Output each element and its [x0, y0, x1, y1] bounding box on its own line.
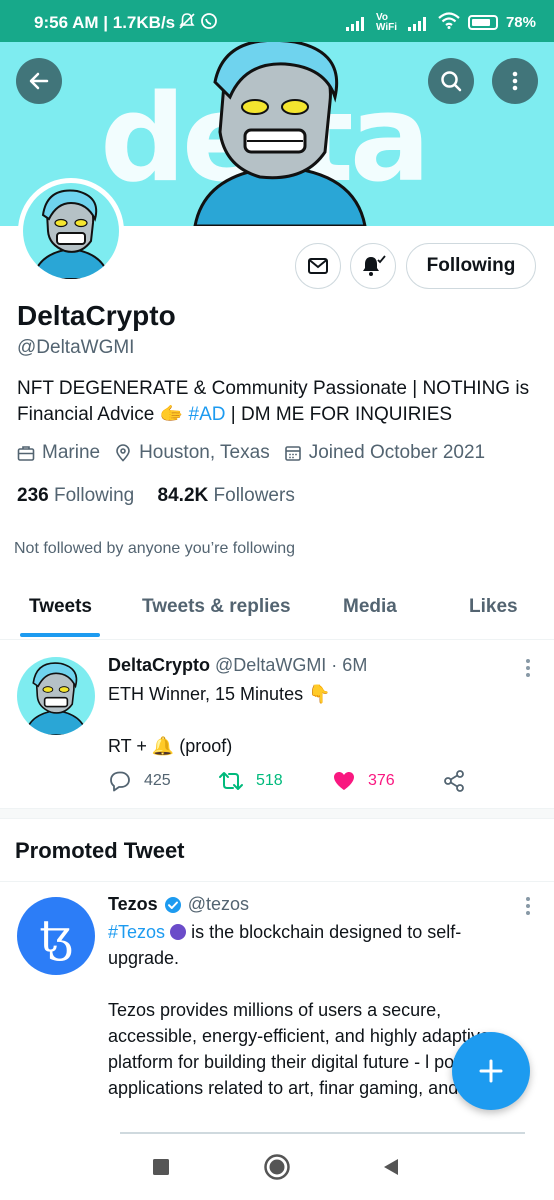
battery-icon [467, 15, 498, 30]
profile-location: Houston, Texas [139, 442, 270, 463]
recents-button[interactable] [146, 1152, 176, 1182]
followers-count: 84.2K [157, 485, 209, 506]
mail-icon [308, 258, 328, 274]
vowifi-label: Vo WiFi [375, 11, 397, 33]
tweet-avatar[interactable] [17, 657, 95, 735]
promoted-title: Promoted Tweet [15, 838, 185, 863]
tab-tweets-replies[interactable]: Tweets & replies [142, 596, 291, 618]
following-label: Following [53, 485, 135, 506]
briefcase-icon [17, 446, 35, 461]
reply-icon [110, 771, 130, 792]
promoted-author[interactable]: Tezos [108, 894, 158, 915]
profile-meta: Marine Houston, Texas Joined October 202… [17, 442, 499, 464]
back-nav-button[interactable] [376, 1152, 406, 1182]
reply-button[interactable]: 425 [108, 769, 171, 793]
profile-bio: NFT DEGENERATE & Community Passionate | … [17, 376, 537, 428]
wifi-icon [438, 12, 460, 33]
more-vertical-icon [512, 71, 518, 91]
divider [0, 881, 554, 882]
status-bar: 9:56 AM | 1.7KB/s Vo WiFi 78% [0, 0, 554, 42]
not-followed-note: Not followed by anyone you’re following [14, 540, 296, 557]
followers-label: Followers [213, 485, 295, 506]
tezos-emoji-icon [170, 924, 187, 940]
banner-character-image [193, 42, 367, 226]
more-options-button[interactable] [492, 58, 538, 104]
back-button[interactable] [16, 58, 62, 104]
compose-tweet-button[interactable] [452, 1032, 530, 1110]
tweet-more-icon[interactable] [526, 659, 530, 680]
profile-handle: @DeltaWGMI [17, 337, 135, 358]
tweet-text: ETH Winner, 15 Minutes 👇 RT + 🔔 (proof) [108, 681, 331, 759]
followers-count-link[interactable]: 84.2K Followers [158, 485, 295, 506]
following-count-link[interactable]: 236 Following [17, 485, 134, 506]
tezos-avatar[interactable]: ꜩ [17, 897, 95, 975]
bell-icon [363, 255, 386, 276]
share-icon [444, 770, 464, 792]
signal-icon [345, 15, 368, 31]
plus-icon [479, 1059, 503, 1083]
active-tab-indicator [20, 633, 100, 637]
following-count: 236 [17, 485, 49, 506]
signal-icon-2 [407, 15, 430, 31]
notifications-button[interactable] [350, 243, 396, 289]
avatar-character-image [31, 189, 111, 279]
tweet-handle-time: @DeltaWGMI · 6M [215, 655, 368, 675]
retweet-count: 518 [256, 772, 283, 789]
profile-counts: 236 Following 84.2K Followers [17, 485, 295, 507]
location-pin-icon [116, 444, 130, 462]
home-button[interactable] [262, 1152, 292, 1182]
avatar-character-image [24, 662, 88, 735]
system-nav-bar [0, 1134, 554, 1200]
message-button[interactable] [295, 243, 341, 289]
profile-work: Marine [42, 442, 101, 463]
calendar-icon [284, 446, 301, 461]
promoted-hashtag-link[interactable]: #Tezos [108, 922, 165, 942]
bio-text-2: | DM ME FOR INQUIRIES [225, 404, 453, 425]
back-arrow-icon [29, 72, 49, 90]
tweet-actions: 425 518 376 [108, 769, 508, 795]
tab-media[interactable]: Media [343, 596, 397, 618]
promoted-line-1: #Tezos is the blockchain designed to sel… [108, 919, 528, 971]
promoted-header: Tezos @tezos [108, 894, 249, 915]
profile-joined: Joined October 2021 [308, 442, 486, 463]
tab-tweets[interactable]: Tweets [29, 596, 92, 618]
profile-tabs: Tweets Tweets & replies Media Likes [0, 578, 554, 640]
section-divider [0, 809, 554, 819]
triangle-back-icon [384, 1159, 398, 1175]
like-button[interactable]: 376 [332, 769, 395, 793]
tweet-line-2: RT + 🔔 (proof) [108, 736, 233, 756]
whatsapp-icon [200, 12, 218, 35]
search-button[interactable] [428, 58, 474, 104]
heart-icon [334, 772, 354, 790]
verified-badge-icon [164, 896, 181, 913]
mute-icon [178, 12, 196, 35]
profile-avatar[interactable] [18, 178, 124, 284]
bio-emoji: 🫱 [159, 404, 184, 425]
tweet-line-1: ETH Winner, 15 Minutes 👇 [108, 684, 331, 704]
like-count: 376 [368, 772, 395, 789]
search-icon [441, 71, 462, 92]
square-icon [153, 1159, 169, 1175]
promoted-more-icon[interactable] [526, 897, 530, 918]
retweet-button[interactable]: 518 [218, 769, 283, 793]
tab-likes[interactable]: Likes [469, 596, 518, 618]
tweet-author[interactable]: DeltaCrypto [108, 655, 210, 675]
profile-name: DeltaCrypto [17, 300, 176, 331]
status-time: 9:56 AM | 1.7KB/s [34, 13, 176, 32]
reply-count: 425 [144, 772, 171, 789]
battery-percent: 78% [505, 14, 536, 31]
promoted-handle: @tezos [187, 894, 249, 914]
circle-icon [264, 1154, 290, 1180]
share-button[interactable] [442, 769, 466, 793]
bio-hashtag-link[interactable]: #AD [189, 404, 226, 425]
tweet-header: DeltaCrypto @DeltaWGMI · 6M [108, 655, 367, 676]
following-button[interactable]: Following [406, 243, 536, 289]
tweet[interactable]: DeltaCrypto @DeltaWGMI · 6M ETH Winner, … [0, 641, 554, 809]
retweet-icon [219, 772, 243, 790]
